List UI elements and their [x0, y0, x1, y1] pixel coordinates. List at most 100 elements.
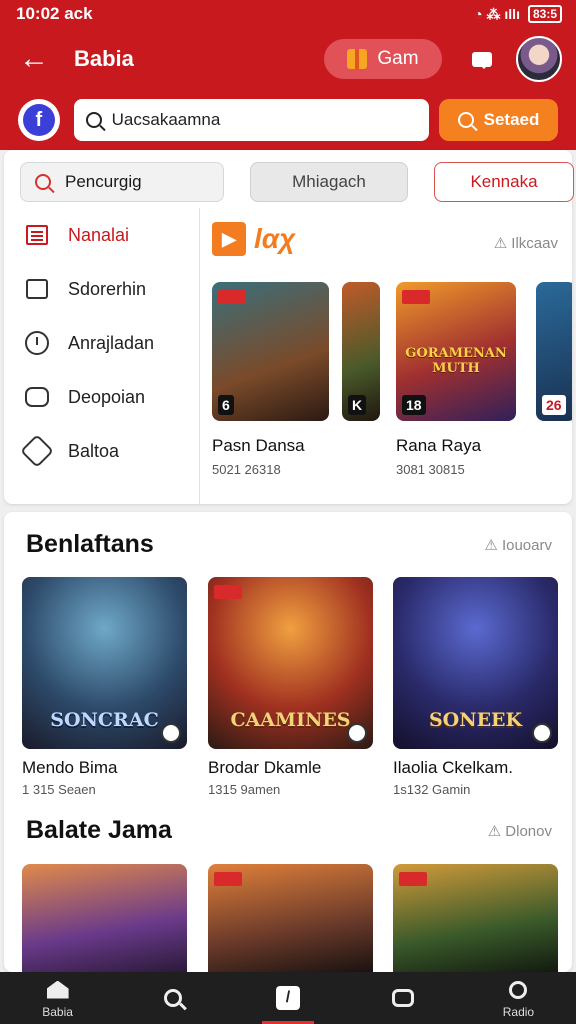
browse-card: Pencurgig Mhiagach Kennaka Nanalai Sdore…: [4, 150, 574, 504]
home-icon: [45, 978, 71, 1002]
rating-badge: 6: [218, 395, 234, 415]
sidebar-item-label: Anrajladan: [68, 332, 155, 353]
gam-button-label: Gam: [377, 48, 419, 69]
status-time: 10:02 ack: [16, 4, 93, 23]
list-icon: [24, 222, 50, 248]
game-card[interactable]: [22, 864, 187, 972]
gam-button[interactable]: Gam: [324, 39, 442, 79]
filter-chip[interactable]: Kennaka: [434, 162, 574, 202]
battery-icon: 83:5: [527, 5, 562, 23]
game-title[interactable]: Mendo Bima: [22, 758, 117, 778]
tab-label: Babia: [42, 1004, 73, 1019]
game-tile[interactable]: 26: [536, 282, 572, 421]
chat-icon: [24, 384, 50, 410]
corner-badge-icon: [161, 723, 181, 743]
search-icon: [160, 986, 186, 1010]
game-tag: [214, 872, 242, 886]
tab-label: Radio: [502, 1004, 535, 1019]
rating-badge: K: [348, 395, 367, 415]
sidebar-item-label: Deopoian: [68, 386, 146, 407]
search-button-label: Setaed: [483, 110, 540, 129]
sidebar-item-label: Sdorerhin: [68, 278, 147, 299]
gift-icon: [347, 49, 368, 69]
game-card[interactable]: SONCRAC: [22, 577, 187, 749]
see-all-link[interactable]: ⚠ Iouoarv: [484, 536, 552, 554]
tab-games[interactable]: [346, 972, 461, 1024]
app-bar: ← Babia Gam: [0, 28, 576, 90]
play-icon: ▶: [212, 222, 246, 256]
avatar[interactable]: [516, 36, 562, 82]
signal-icons: ◔ ⁂ ıllı: [474, 5, 520, 22]
category-sidebar: Nanalai Sdorerhin Anrajladan Deopoian Ba…: [4, 208, 200, 504]
game-meta: 1 315 Seaen: [22, 782, 96, 797]
filter-chips: Pencurgig Mhiagach Kennaka: [20, 162, 574, 202]
game-tile[interactable]: K: [342, 282, 380, 421]
page-title: Babia: [74, 46, 134, 71]
game-card[interactable]: [208, 864, 373, 972]
search-icon: [457, 112, 474, 128]
game-card[interactable]: [393, 864, 558, 972]
filter-chip-search[interactable]: Pencurgig: [20, 162, 224, 202]
game-art-title: GORAMENAN MUTH: [405, 346, 507, 376]
corner-badge-icon: [347, 723, 367, 743]
rating-badge: 18: [402, 395, 426, 415]
sidebar-item-label: Baltoa: [68, 440, 120, 461]
message-icon[interactable]: [460, 39, 504, 79]
search-box[interactable]: [73, 99, 429, 141]
game-tag: [214, 585, 242, 599]
see-all-link[interactable]: ⚠ Ilkcaav: [494, 234, 558, 252]
game-tag: [402, 290, 430, 304]
status-icons: ◔ ⁂ ıllı 83:5: [474, 5, 562, 23]
tab-search[interactable]: [115, 972, 230, 1024]
rating-badge: 26: [542, 395, 566, 415]
game-tag: [218, 290, 246, 304]
sidebar-item[interactable]: Nanalai: [4, 208, 199, 262]
box-icon: [24, 276, 50, 302]
game-tile[interactable]: 6: [212, 282, 329, 421]
status-bar: 10:02 ack ◔ ⁂ ıllı 83:5: [0, 0, 576, 28]
brand-logo: ▶ lαχ: [212, 222, 295, 256]
game-meta: 1315 9amen: [208, 782, 281, 797]
recommended-panel: ▶ lαχ ⚠ Ilkcaav 6 K GORAMENAN MUTH 18 26…: [208, 208, 572, 504]
profile-icon: [505, 978, 531, 1002]
game-tag: [399, 872, 427, 886]
game-meta: 5021 26318: [212, 462, 281, 477]
gamepad-icon: /: [275, 986, 301, 1010]
section-title: Balate Jama: [26, 816, 172, 844]
clock-icon: [24, 330, 50, 356]
tab-gamepad[interactable]: /: [230, 972, 345, 1024]
tab-profile[interactable]: Radio: [461, 972, 576, 1024]
search-icon: [35, 174, 51, 190]
sidebar-item[interactable]: Deopoian: [4, 370, 199, 424]
sidebar-item[interactable]: Anrajladan: [4, 316, 199, 370]
game-title[interactable]: Brodar Dkamle: [208, 758, 321, 778]
facebook-icon[interactable]: f: [18, 99, 60, 141]
gear-icon: [20, 434, 54, 468]
sidebar-item-label: Nanalai: [68, 224, 130, 245]
filter-chip[interactable]: Mhiagach: [250, 162, 408, 202]
section-title: Benlaftans: [26, 530, 154, 558]
brand-logo-text: lαχ: [254, 223, 296, 254]
game-title[interactable]: Pasn Dansa: [212, 436, 305, 456]
sidebar-item[interactable]: Sdorerhin: [4, 262, 199, 316]
game-card[interactable]: CAAMINES: [208, 577, 373, 749]
game-title[interactable]: Rana Raya: [396, 436, 481, 456]
search-icon: [85, 112, 102, 128]
game-tile[interactable]: GORAMENAN MUTH 18: [396, 282, 516, 421]
tab-home[interactable]: Babia: [0, 972, 115, 1024]
corner-badge-icon: [532, 723, 552, 743]
bottom-tab-bar: Babia / Radio: [0, 972, 576, 1024]
filter-chip-label: Mhiagach: [292, 172, 366, 191]
filter-chip-label: Pencurgig: [65, 172, 142, 191]
game-meta: 1s132 Gamin: [393, 782, 471, 797]
search-button[interactable]: Setaed: [438, 99, 558, 141]
game-icon: [390, 986, 416, 1010]
filter-chip-label: Kennaka: [470, 172, 538, 191]
sidebar-item[interactable]: Baltoa: [4, 424, 199, 478]
game-card[interactable]: SONEEK: [393, 577, 558, 749]
search-input[interactable]: [111, 110, 412, 130]
see-all-link[interactable]: ⚠ Dlonov: [488, 822, 552, 840]
game-title[interactable]: Ilaolia Ckelkam.: [393, 758, 513, 778]
sections-card: Benlaftans ⚠ Iouoarv SONCRAC CAAMINES SO…: [4, 512, 572, 972]
back-arrow-icon[interactable]: ←: [14, 39, 54, 79]
